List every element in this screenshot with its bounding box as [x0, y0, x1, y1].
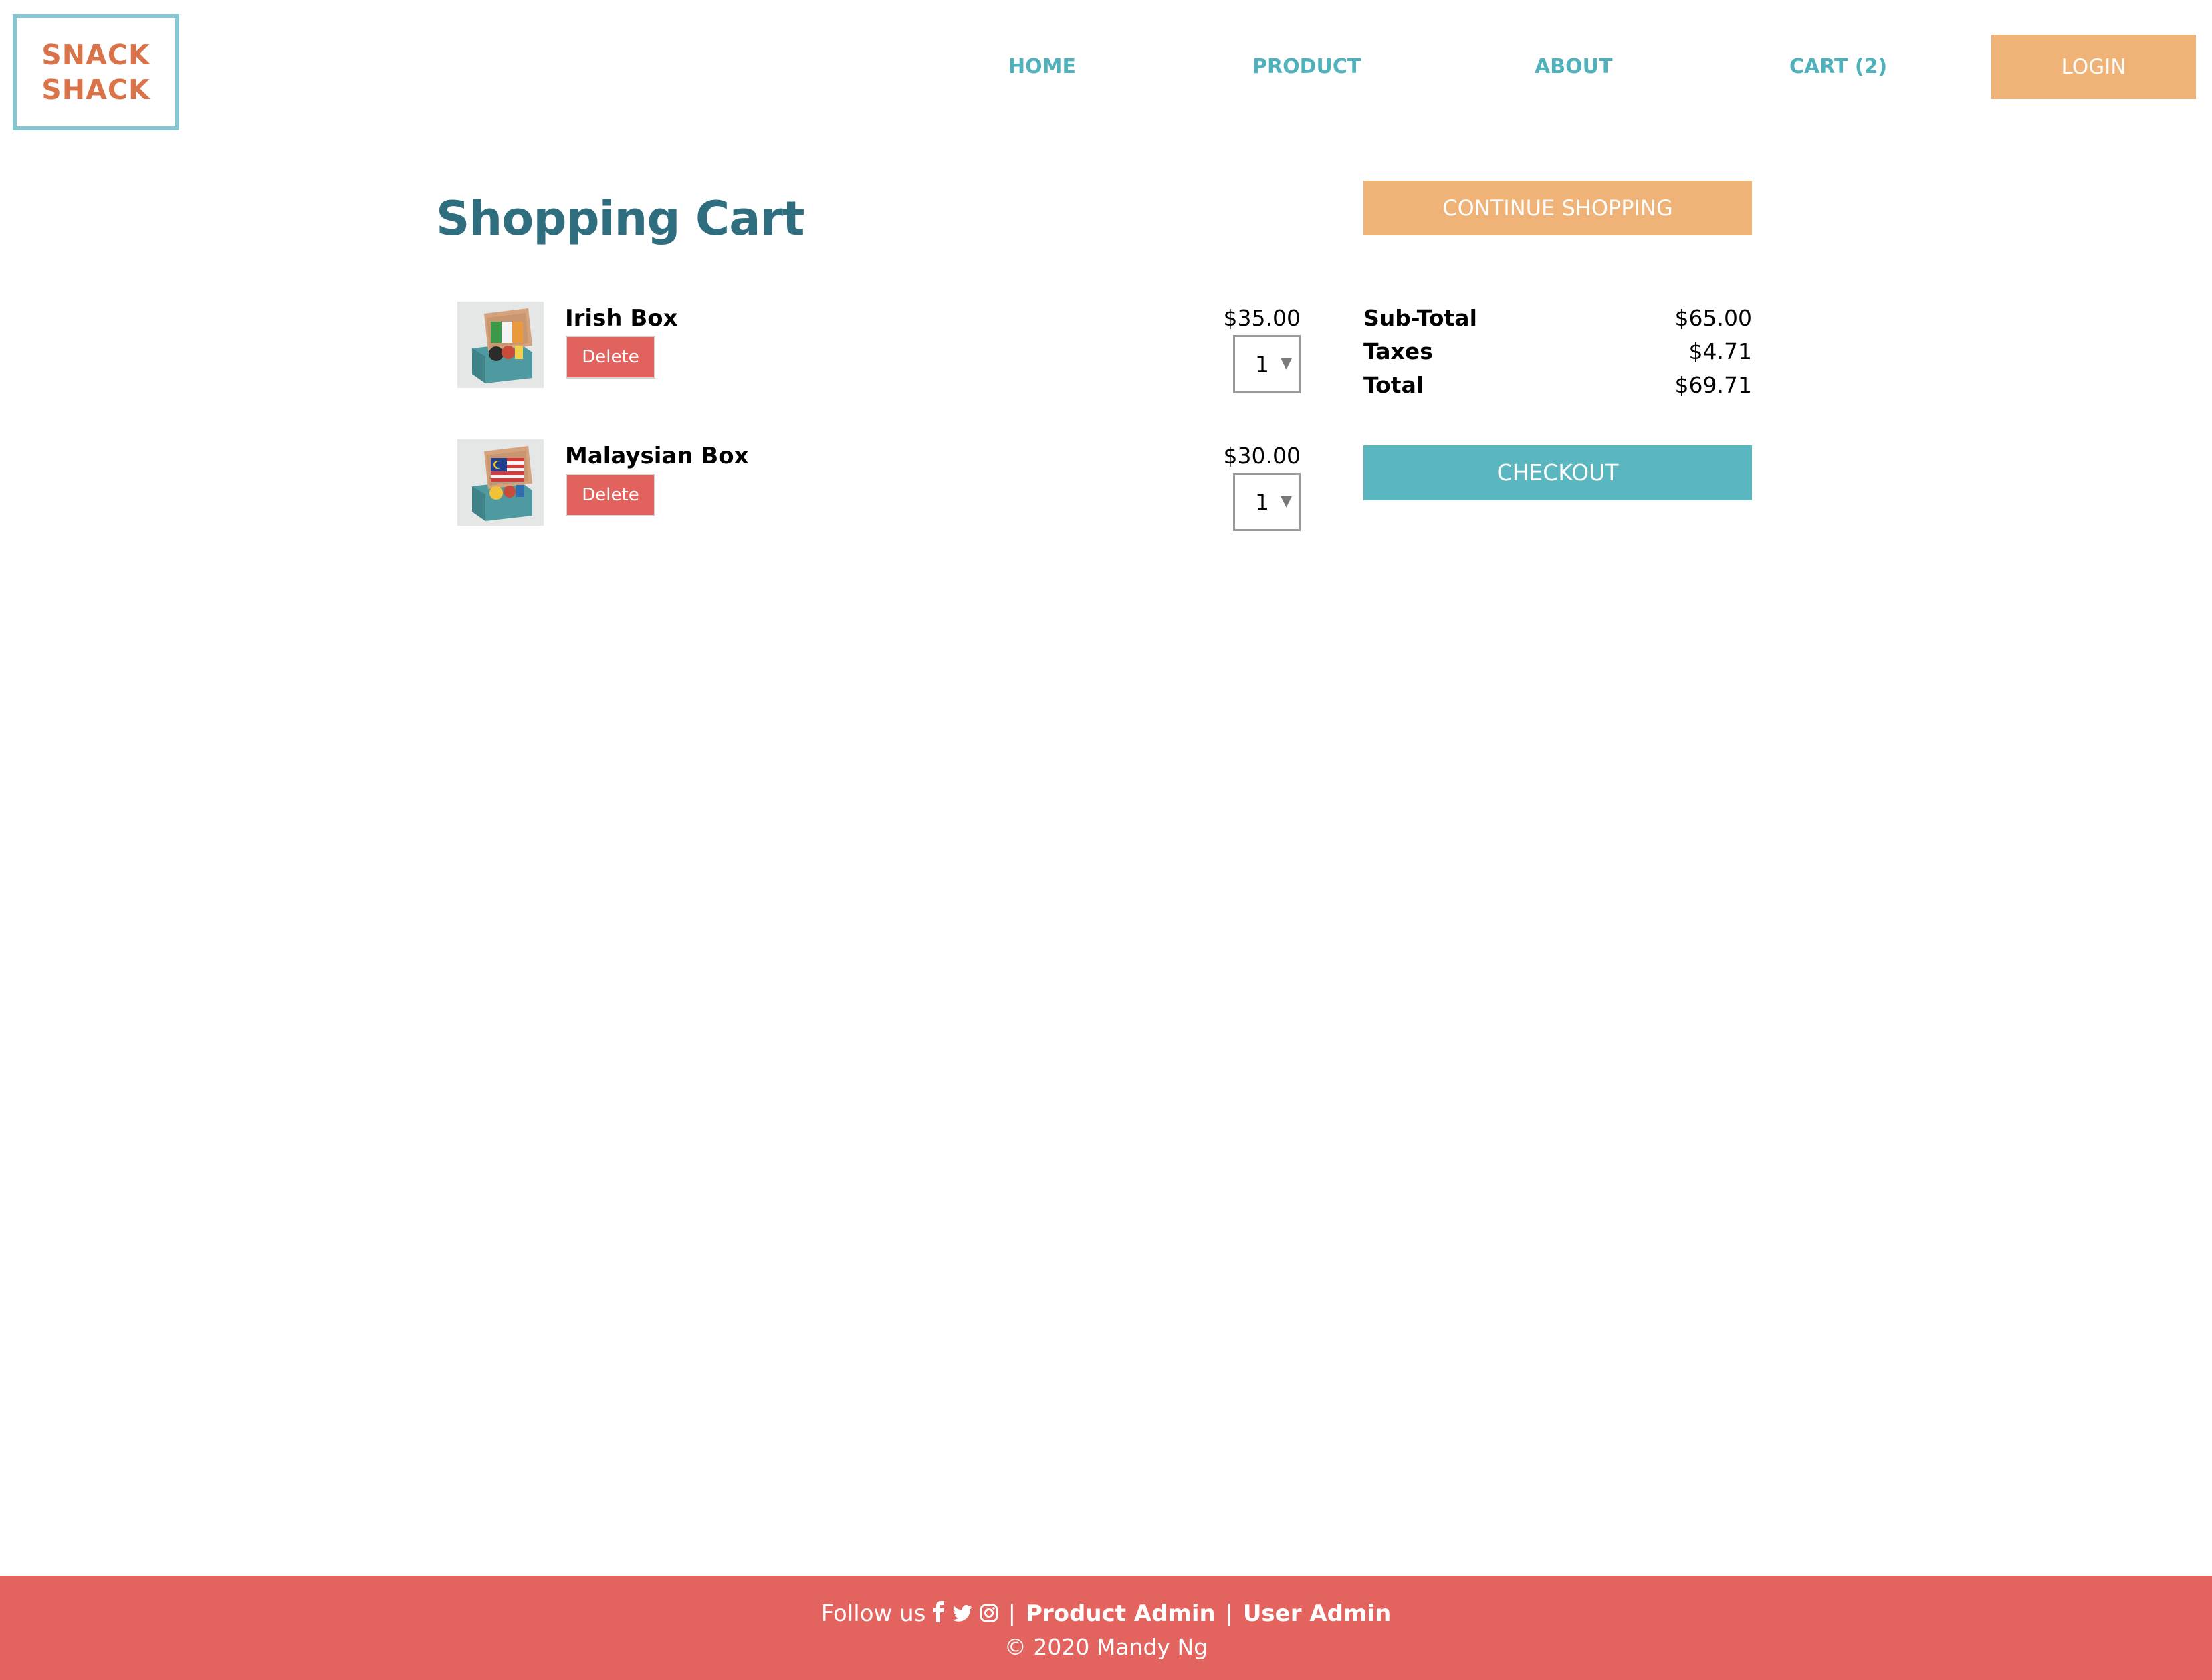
order-summary: Sub-Total $65.00 Taxes $4.71 Total $69.7…	[1363, 302, 1752, 402]
taxes-label: Taxes	[1363, 338, 1433, 364]
site-footer: Follow us | Product Admin | User Admin ©…	[0, 1576, 2212, 1680]
site-logo[interactable]: SNACK SHACK	[13, 14, 179, 130]
continue-shopping-button[interactable]: CONTINUE SHOPPING	[1363, 181, 1752, 235]
follow-us-text: Follow us	[820, 1600, 926, 1627]
login-button[interactable]: LOGIN	[1991, 35, 2196, 99]
dropdown-arrow-icon: ▼	[1281, 355, 1292, 372]
logo-line1: SNACK	[41, 39, 150, 71]
checkout-button[interactable]: CHECKOUT	[1363, 445, 1752, 500]
footer-separator: |	[1008, 1600, 1016, 1627]
subtotal-row: Sub-Total $65.00	[1363, 302, 1752, 335]
user-admin-link[interactable]: User Admin	[1243, 1600, 1391, 1627]
quantity-value: 1	[1255, 351, 1269, 377]
instagram-icon[interactable]	[980, 1600, 998, 1631]
item-price: $30.00	[1223, 443, 1301, 469]
snack-box-ireland-flag-image[interactable]	[457, 302, 544, 388]
snack-box-malaysia-flag-image[interactable]	[457, 439, 544, 526]
delete-button[interactable]: Delete	[566, 336, 655, 379]
item-name: Malaysian Box	[565, 443, 749, 469]
subtotal-label: Sub-Total	[1363, 305, 1477, 331]
quantity-value: 1	[1255, 489, 1269, 515]
cart-item: Malaysian Box Delete $30.00 1 ▼	[457, 439, 1301, 540]
item-name: Irish Box	[565, 305, 678, 332]
copyright-text: © 2020 Mandy Ng	[1004, 1634, 1208, 1660]
page-title: Shopping Cart	[436, 191, 804, 246]
taxes-value: $4.71	[1688, 338, 1752, 364]
cart-item: Irish Box Delete $35.00 1 ▼	[457, 302, 1301, 402]
footer-separator: |	[1225, 1600, 1234, 1627]
taxes-row: Taxes $4.71	[1363, 335, 1752, 369]
quantity-select[interactable]: 1 ▼	[1233, 335, 1301, 393]
dropdown-arrow-icon: ▼	[1281, 493, 1292, 510]
footer-links: Follow us | Product Admin | User Admin	[0, 1598, 2212, 1631]
total-label: Total	[1363, 372, 1424, 398]
facebook-icon[interactable]	[933, 1600, 945, 1631]
total-value: $69.71	[1674, 372, 1752, 398]
delete-button[interactable]: Delete	[566, 474, 655, 516]
nav-about-link[interactable]: ABOUT	[1535, 51, 1612, 82]
nav-product-link[interactable]: PRODUCT	[1252, 51, 1361, 82]
twitter-icon[interactable]	[952, 1600, 973, 1631]
nav-cart-link[interactable]: CART (2)	[1789, 51, 1887, 82]
total-row: Total $69.71	[1363, 369, 1752, 402]
logo-line2: SHACK	[41, 74, 150, 106]
item-price: $35.00	[1223, 305, 1301, 331]
nav-home-link[interactable]: HOME	[1008, 51, 1076, 82]
subtotal-value: $65.00	[1674, 305, 1752, 331]
quantity-select[interactable]: 1 ▼	[1233, 473, 1301, 531]
product-admin-link[interactable]: Product Admin	[1026, 1600, 1216, 1627]
